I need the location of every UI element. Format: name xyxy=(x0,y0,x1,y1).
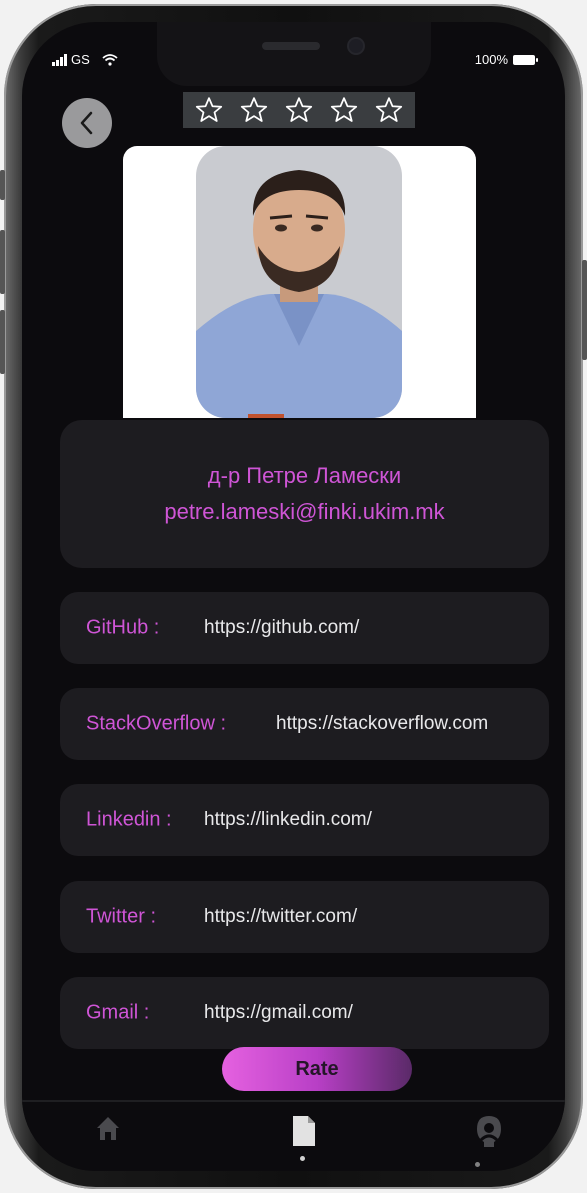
link-card-gmail[interactable]: Gmail : https://gmail.com/ xyxy=(60,977,549,1049)
document-icon xyxy=(293,1116,315,1146)
nav-active-indicator xyxy=(300,1156,305,1161)
nav-documents[interactable] xyxy=(291,1114,317,1153)
link-label: Gmail : xyxy=(86,1001,150,1024)
notch xyxy=(157,22,431,86)
profile-name: д-р Петре Ламески xyxy=(207,463,402,488)
star-icon[interactable] xyxy=(194,95,224,125)
link-url[interactable]: https://linkedin.com/ xyxy=(204,809,372,831)
battery-icon xyxy=(513,54,538,65)
profile-photo-card xyxy=(123,146,476,418)
rate-button[interactable]: Rate xyxy=(222,1047,412,1091)
photo-accent-bar xyxy=(248,414,284,418)
link-card-github[interactable]: GitHub : https://github.com/ xyxy=(60,592,549,664)
link-card-stackoverflow[interactable]: StackOverflow : https://stackoverflow.co… xyxy=(60,688,549,760)
star-icon[interactable] xyxy=(284,95,314,125)
profile-email[interactable]: petre.lameski@finki.ukim.mk xyxy=(164,499,444,525)
link-url[interactable]: https://github.com/ xyxy=(204,617,359,639)
link-label: StackOverflow : xyxy=(86,712,227,735)
link-url[interactable]: https://gmail.com/ xyxy=(204,1002,353,1024)
profile-photo xyxy=(196,146,402,418)
volume-down-button xyxy=(0,310,5,374)
power-button xyxy=(582,260,587,360)
signal-icon xyxy=(52,53,67,66)
link-label: Twitter : xyxy=(86,905,157,928)
status-left: GS xyxy=(52,52,118,67)
battery-percent: 100% xyxy=(474,52,508,67)
profile-info-card: д-р Петре Ламески petre.lameski@finki.uk… xyxy=(60,420,549,568)
front-camera xyxy=(349,39,363,53)
rating-stars xyxy=(183,92,415,128)
star-icon[interactable] xyxy=(374,95,404,125)
star-icon[interactable] xyxy=(329,95,359,125)
link-card-linkedin[interactable]: Linkedin : https://linkedin.com/ xyxy=(60,784,549,856)
link-card-twitter[interactable]: Twitter : https://twitter.com/ xyxy=(60,881,549,953)
device-mockup: GS 100% д-р Петре Ламески petre.lameski@… xyxy=(0,0,587,1193)
wifi-icon xyxy=(102,53,118,66)
volume-up-button xyxy=(0,230,5,294)
back-button[interactable] xyxy=(62,98,112,148)
speaker xyxy=(262,42,320,50)
home-indicator xyxy=(475,1162,480,1167)
bottom-nav xyxy=(22,1100,565,1171)
star-icon[interactable] xyxy=(239,95,269,125)
carrier-label: GS xyxy=(71,52,90,67)
status-right: 100% xyxy=(474,52,538,67)
nav-profile[interactable] xyxy=(474,1114,504,1155)
link-url[interactable]: https://twitter.com/ xyxy=(204,906,357,928)
mute-switch xyxy=(0,170,5,200)
nav-home[interactable] xyxy=(94,1114,122,1147)
home-icon xyxy=(97,1117,119,1140)
chevron-left-icon xyxy=(80,111,93,135)
link-label: Linkedin : xyxy=(86,808,172,831)
link-url[interactable]: https://stackoverflow.com xyxy=(276,713,488,735)
profile-icon xyxy=(477,1116,501,1147)
link-label: GitHub : xyxy=(86,616,160,639)
app-screen: GS 100% д-р Петре Ламески petre.lameski@… xyxy=(22,22,565,1171)
